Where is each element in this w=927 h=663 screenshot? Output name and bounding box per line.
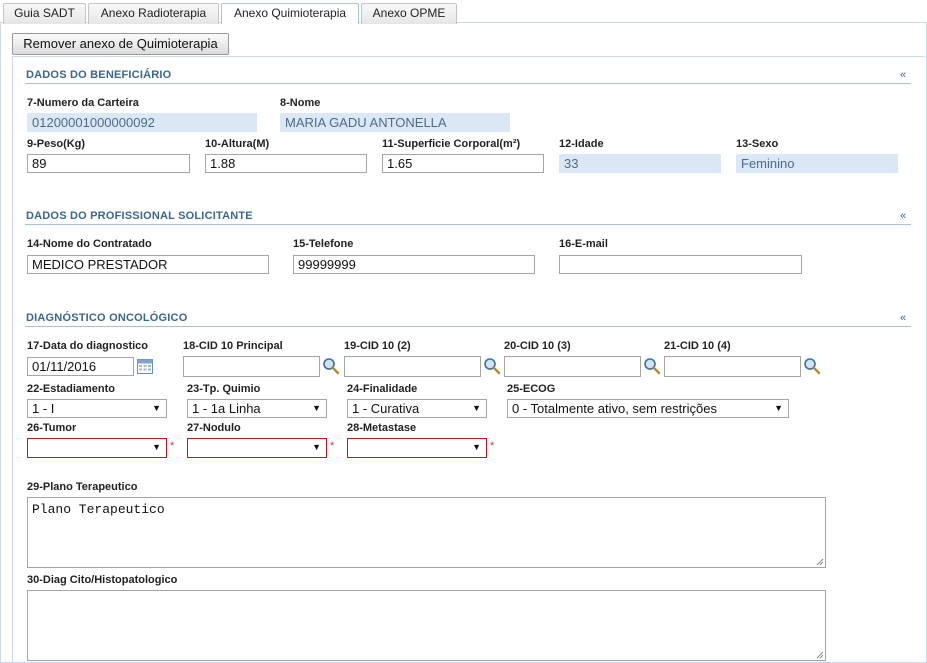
contratado-label: 14-Nome do Contratado bbox=[27, 238, 152, 250]
required-marker: * bbox=[490, 440, 495, 452]
collapse-profissional-icon[interactable]: « bbox=[900, 210, 906, 222]
tab-anexo-radioterapia[interactable]: Anexo Radioterapia bbox=[88, 3, 219, 24]
superficie-input[interactable]: 1.65 bbox=[382, 154, 544, 173]
finalidade-select[interactable]: 1 - Curativa ▼ bbox=[347, 399, 487, 418]
section-title-beneficiario: DADOS DO BENEFICIÁRIO bbox=[26, 69, 172, 81]
divider bbox=[25, 83, 911, 84]
chevron-down-icon: ▼ bbox=[152, 403, 161, 413]
cid2-label: 19-CID 10 (2) bbox=[344, 340, 411, 352]
resize-handle-icon[interactable] bbox=[815, 650, 824, 659]
search-icon[interactable] bbox=[643, 357, 661, 375]
cid4-label: 21-CID 10 (4) bbox=[664, 340, 731, 352]
calendar-icon[interactable] bbox=[136, 357, 154, 375]
chevron-down-icon: ▼ bbox=[312, 403, 321, 413]
tp-quimio-value: 1 - 1a Linha bbox=[192, 401, 261, 416]
sexo-label: 13-Sexo bbox=[736, 138, 779, 150]
nodulo-select[interactable]: ▼ bbox=[187, 438, 327, 458]
peso-label: 9-Peso(Kg) bbox=[27, 138, 86, 150]
data-diagnostico-input[interactable]: 01/11/2016 bbox=[27, 357, 134, 376]
tumor-label: 26-Tumor bbox=[27, 422, 77, 434]
remove-anexo-button[interactable]: Remover anexo de Quimioterapia bbox=[12, 33, 229, 55]
ecog-value: 0 - Totalmente ativo, sem restrições bbox=[512, 401, 717, 416]
plano-terapeutico-textarea[interactable]: Plano Terapeutico bbox=[27, 497, 826, 568]
altura-label: 10-Altura(M) bbox=[205, 138, 270, 150]
cid3-input[interactable] bbox=[504, 356, 641, 377]
divider bbox=[25, 224, 911, 225]
tab-anexo-opme[interactable]: Anexo OPME bbox=[361, 3, 457, 24]
tab-bar: Guia SADT Anexo Radioterapia Anexo Quimi… bbox=[0, 0, 927, 24]
sexo-field: Feminino bbox=[736, 154, 898, 173]
resize-handle-icon[interactable] bbox=[815, 557, 824, 566]
tab-guia-sadt[interactable]: Guia SADT bbox=[3, 3, 86, 24]
required-marker: * bbox=[330, 440, 335, 452]
metastase-select[interactable]: ▼ bbox=[347, 438, 487, 458]
superficie-label: 11-Superficie Corporal(m²) bbox=[382, 138, 521, 150]
plano-terapeutico-label: 29-Plano Terapeutico bbox=[27, 481, 138, 493]
collapse-diagnostico-icon[interactable]: « bbox=[900, 312, 906, 324]
estadiamento-select[interactable]: 1 - I ▼ bbox=[27, 399, 167, 418]
collapse-beneficiario-icon[interactable]: « bbox=[900, 69, 906, 81]
divider bbox=[25, 326, 911, 327]
data-diagnostico-label: 17-Data do diagnostico bbox=[27, 340, 149, 352]
chevron-down-icon: ▼ bbox=[472, 403, 481, 413]
cid-principal-input[interactable] bbox=[183, 356, 320, 377]
idade-field: 33 bbox=[559, 154, 721, 173]
plano-terapeutico-value: Plano Terapeutico bbox=[32, 502, 165, 517]
tab-anexo-quimioterapia[interactable]: Anexo Quimioterapia bbox=[221, 3, 359, 24]
cid4-input[interactable] bbox=[664, 356, 801, 377]
estadiamento-value: 1 - I bbox=[32, 401, 55, 416]
chevron-down-icon: ▼ bbox=[774, 403, 783, 413]
section-title-profissional: DADOS DO PROFISSIONAL SOLICITANTE bbox=[26, 210, 253, 222]
chevron-down-icon: ▼ bbox=[152, 442, 161, 452]
email-input[interactable] bbox=[559, 255, 802, 274]
finalidade-label: 24-Finalidade bbox=[347, 383, 418, 395]
telefone-input[interactable]: 99999999 bbox=[293, 255, 535, 274]
metastase-label: 28-Metastase bbox=[347, 422, 417, 434]
contratado-input[interactable]: MEDICO PRESTADOR bbox=[27, 255, 269, 274]
peso-input[interactable]: 89 bbox=[27, 154, 190, 173]
search-icon[interactable] bbox=[803, 357, 821, 375]
diag-cito-label: 30-Diag Cito/Histopatologico bbox=[27, 574, 178, 586]
altura-input[interactable]: 1.88 bbox=[205, 154, 367, 173]
nome-field: MARIA GADU ANTONELLA bbox=[280, 113, 510, 132]
finalidade-value: 1 - Curativa bbox=[352, 401, 420, 416]
search-icon[interactable] bbox=[483, 357, 501, 375]
estadiamento-label: 22-Estadiamento bbox=[27, 383, 116, 395]
cid3-label: 20-CID 10 (3) bbox=[504, 340, 571, 352]
idade-label: 12-Idade bbox=[559, 138, 604, 150]
carteira-field: 01200001000000092 bbox=[27, 113, 257, 132]
tp-quimio-select[interactable]: 1 - 1a Linha ▼ bbox=[187, 399, 327, 418]
cid-principal-label: 18-CID 10 Principal bbox=[183, 340, 283, 352]
section-title-diagnostico: DIAGNÓSTICO ONCOLÓGICO bbox=[26, 312, 188, 324]
cid2-input[interactable] bbox=[344, 356, 481, 377]
ecog-label: 25-ECOG bbox=[507, 383, 556, 395]
tp-quimio-label: 23-Tp. Quimio bbox=[187, 383, 261, 395]
email-label: 16-E-mail bbox=[559, 238, 608, 250]
nodulo-label: 27-Nodulo bbox=[187, 422, 241, 434]
tumor-select[interactable]: ▼ bbox=[27, 438, 167, 458]
search-icon[interactable] bbox=[322, 357, 340, 375]
required-marker: * bbox=[170, 440, 175, 452]
ecog-select[interactable]: 0 - Totalmente ativo, sem restrições ▼ bbox=[507, 399, 789, 418]
nome-label: 8-Nome bbox=[280, 97, 321, 109]
chevron-down-icon: ▼ bbox=[472, 442, 481, 452]
telefone-label: 15-Telefone bbox=[293, 238, 354, 250]
chevron-down-icon: ▼ bbox=[312, 442, 321, 452]
carteira-label: 7-Numero da Carteira bbox=[27, 97, 139, 109]
diag-cito-textarea[interactable] bbox=[27, 590, 826, 661]
